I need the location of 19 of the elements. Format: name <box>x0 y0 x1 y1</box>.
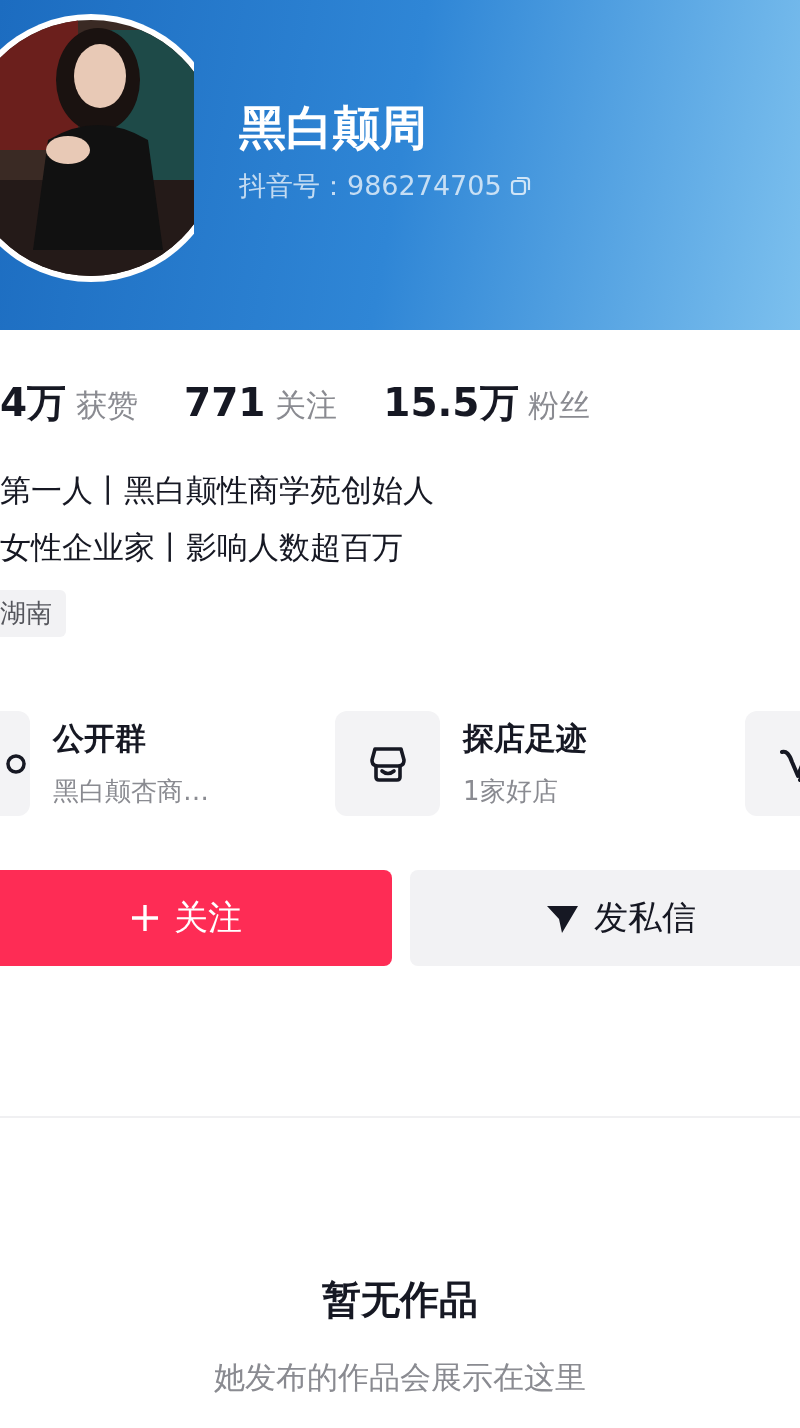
shortcut-subtitle: 1家好店 <box>463 775 559 808</box>
shortcut-subtitle: 黑白颠杏商… <box>53 775 209 808</box>
stat-item: 771 关注 <box>184 379 338 427</box>
shortcut-title: 公开群 <box>53 719 147 758</box>
follow-button[interactable]: 关注 <box>0 870 392 966</box>
location-tag: 湖南 <box>0 590 66 637</box>
empty-title: 暂无作品 <box>322 1276 478 1324</box>
empty-subtitle: 她发布的作品会展示在这里 <box>214 1358 586 1397</box>
shortcut-title: 探店足迹 <box>463 719 587 758</box>
profile-name: 黑白颠周 <box>239 100 428 156</box>
plus-icon <box>130 903 160 933</box>
stat-item: 15.5万 粉丝 <box>383 379 591 427</box>
stat-item: 4万 获赞 <box>0 379 138 427</box>
account-id: 抖音号：986274705 <box>239 169 502 203</box>
bio-line: 女性企业家丨影响人数超百万 <box>0 528 404 567</box>
message-button[interactable]: 发私信 <box>410 870 800 966</box>
shortcut-tile[interactable] <box>335 711 440 816</box>
group-icon <box>6 753 26 774</box>
bio-line: 第一人丨黑白颠性商学苑创始人 <box>0 471 435 510</box>
